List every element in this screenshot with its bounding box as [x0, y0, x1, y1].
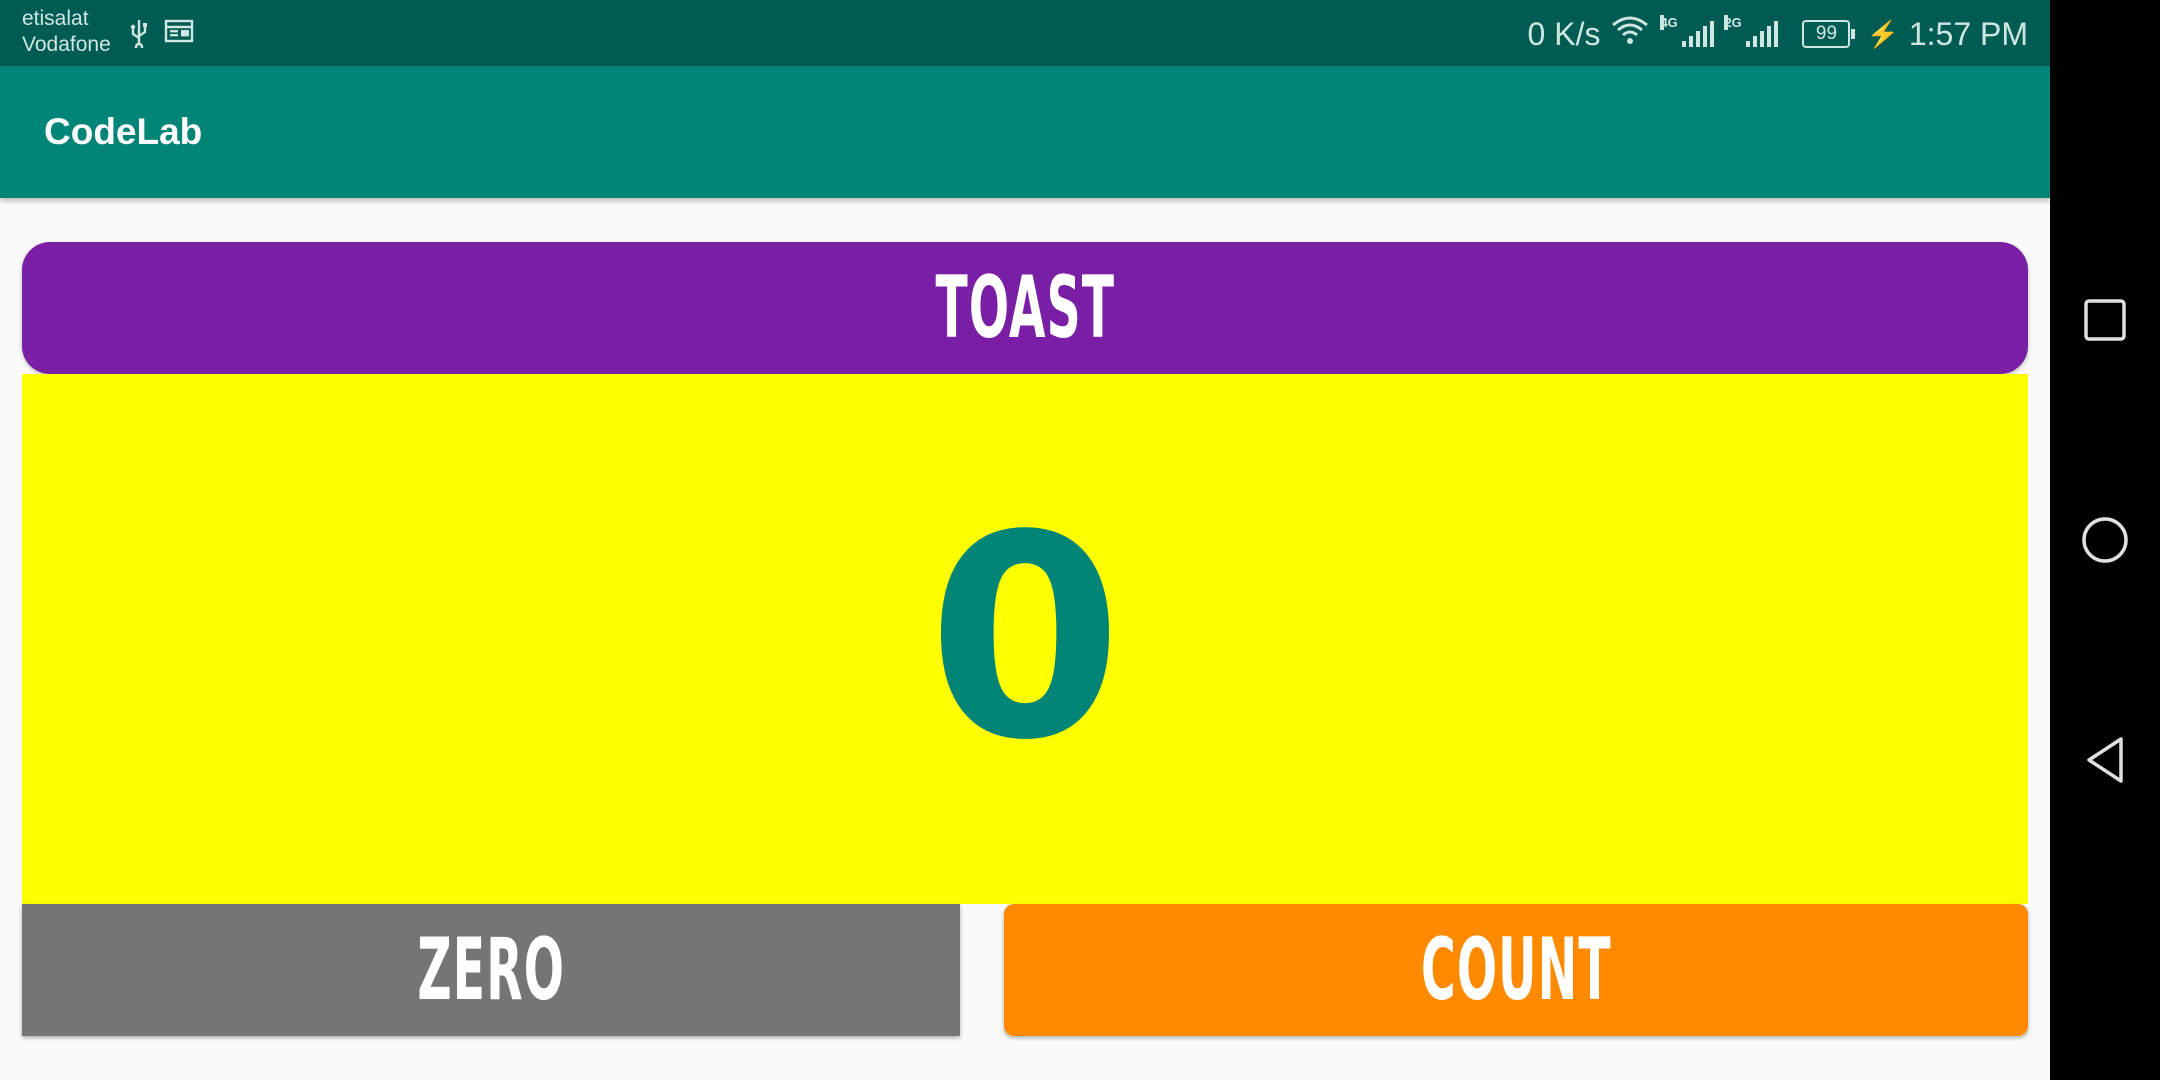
- calendar-icon: [164, 18, 194, 51]
- battery-level: 99: [1815, 23, 1838, 44]
- status-bar: etisalat Vodafone 0 K/s 4G 2G 99 ⚡ 1:57 …: [0, 0, 2050, 66]
- toast-button-label: TOAST: [935, 258, 1115, 358]
- carrier-1: etisalat: [22, 7, 89, 30]
- zero-button[interactable]: ZERO: [22, 904, 960, 1036]
- count-button[interactable]: COUNT: [1004, 904, 2028, 1036]
- network-2: 2G: [1724, 15, 1742, 30]
- count-value: 0: [927, 476, 1123, 802]
- back-button[interactable]: [2050, 705, 2160, 815]
- status-right: 0 K/s 4G 2G 99 ⚡ 1:57 PM: [1528, 12, 2028, 56]
- clock: 1:57 PM: [1908, 15, 2028, 52]
- zero-button-label: ZERO: [417, 920, 565, 1020]
- back-triangle-icon: [2087, 737, 2123, 783]
- app-title: CodeLab: [44, 111, 203, 152]
- carrier-info: etisalat Vodafone: [22, 6, 111, 58]
- charging-icon: ⚡: [1866, 18, 1899, 49]
- carrier-2: Vodafone: [22, 33, 111, 56]
- battery-icon: 99: [1802, 20, 1856, 48]
- wifi-icon: [1610, 15, 1650, 53]
- count-display-panel: 0: [22, 374, 2028, 904]
- app-bar: CodeLab: [0, 66, 2050, 198]
- app-screen: etisalat Vodafone 0 K/s 4G 2G 99 ⚡ 1:57 …: [0, 0, 2050, 1080]
- recents-square-icon: [2084, 299, 2126, 341]
- recents-button[interactable]: [2050, 265, 2160, 375]
- network-1: 4G: [1660, 15, 1678, 30]
- signal-icon: 2G: [1724, 15, 1779, 47]
- count-button-label: COUNT: [1420, 920, 1612, 1020]
- signal-icon: 4G: [1660, 15, 1715, 47]
- toast-button[interactable]: TOAST: [22, 242, 2028, 374]
- usb-icon: [128, 18, 150, 55]
- navigation-bar: [2050, 0, 2160, 1080]
- home-circle-icon: [2082, 517, 2128, 563]
- home-button[interactable]: [2050, 485, 2160, 595]
- net-speed: 0 K/s: [1527, 15, 1601, 52]
